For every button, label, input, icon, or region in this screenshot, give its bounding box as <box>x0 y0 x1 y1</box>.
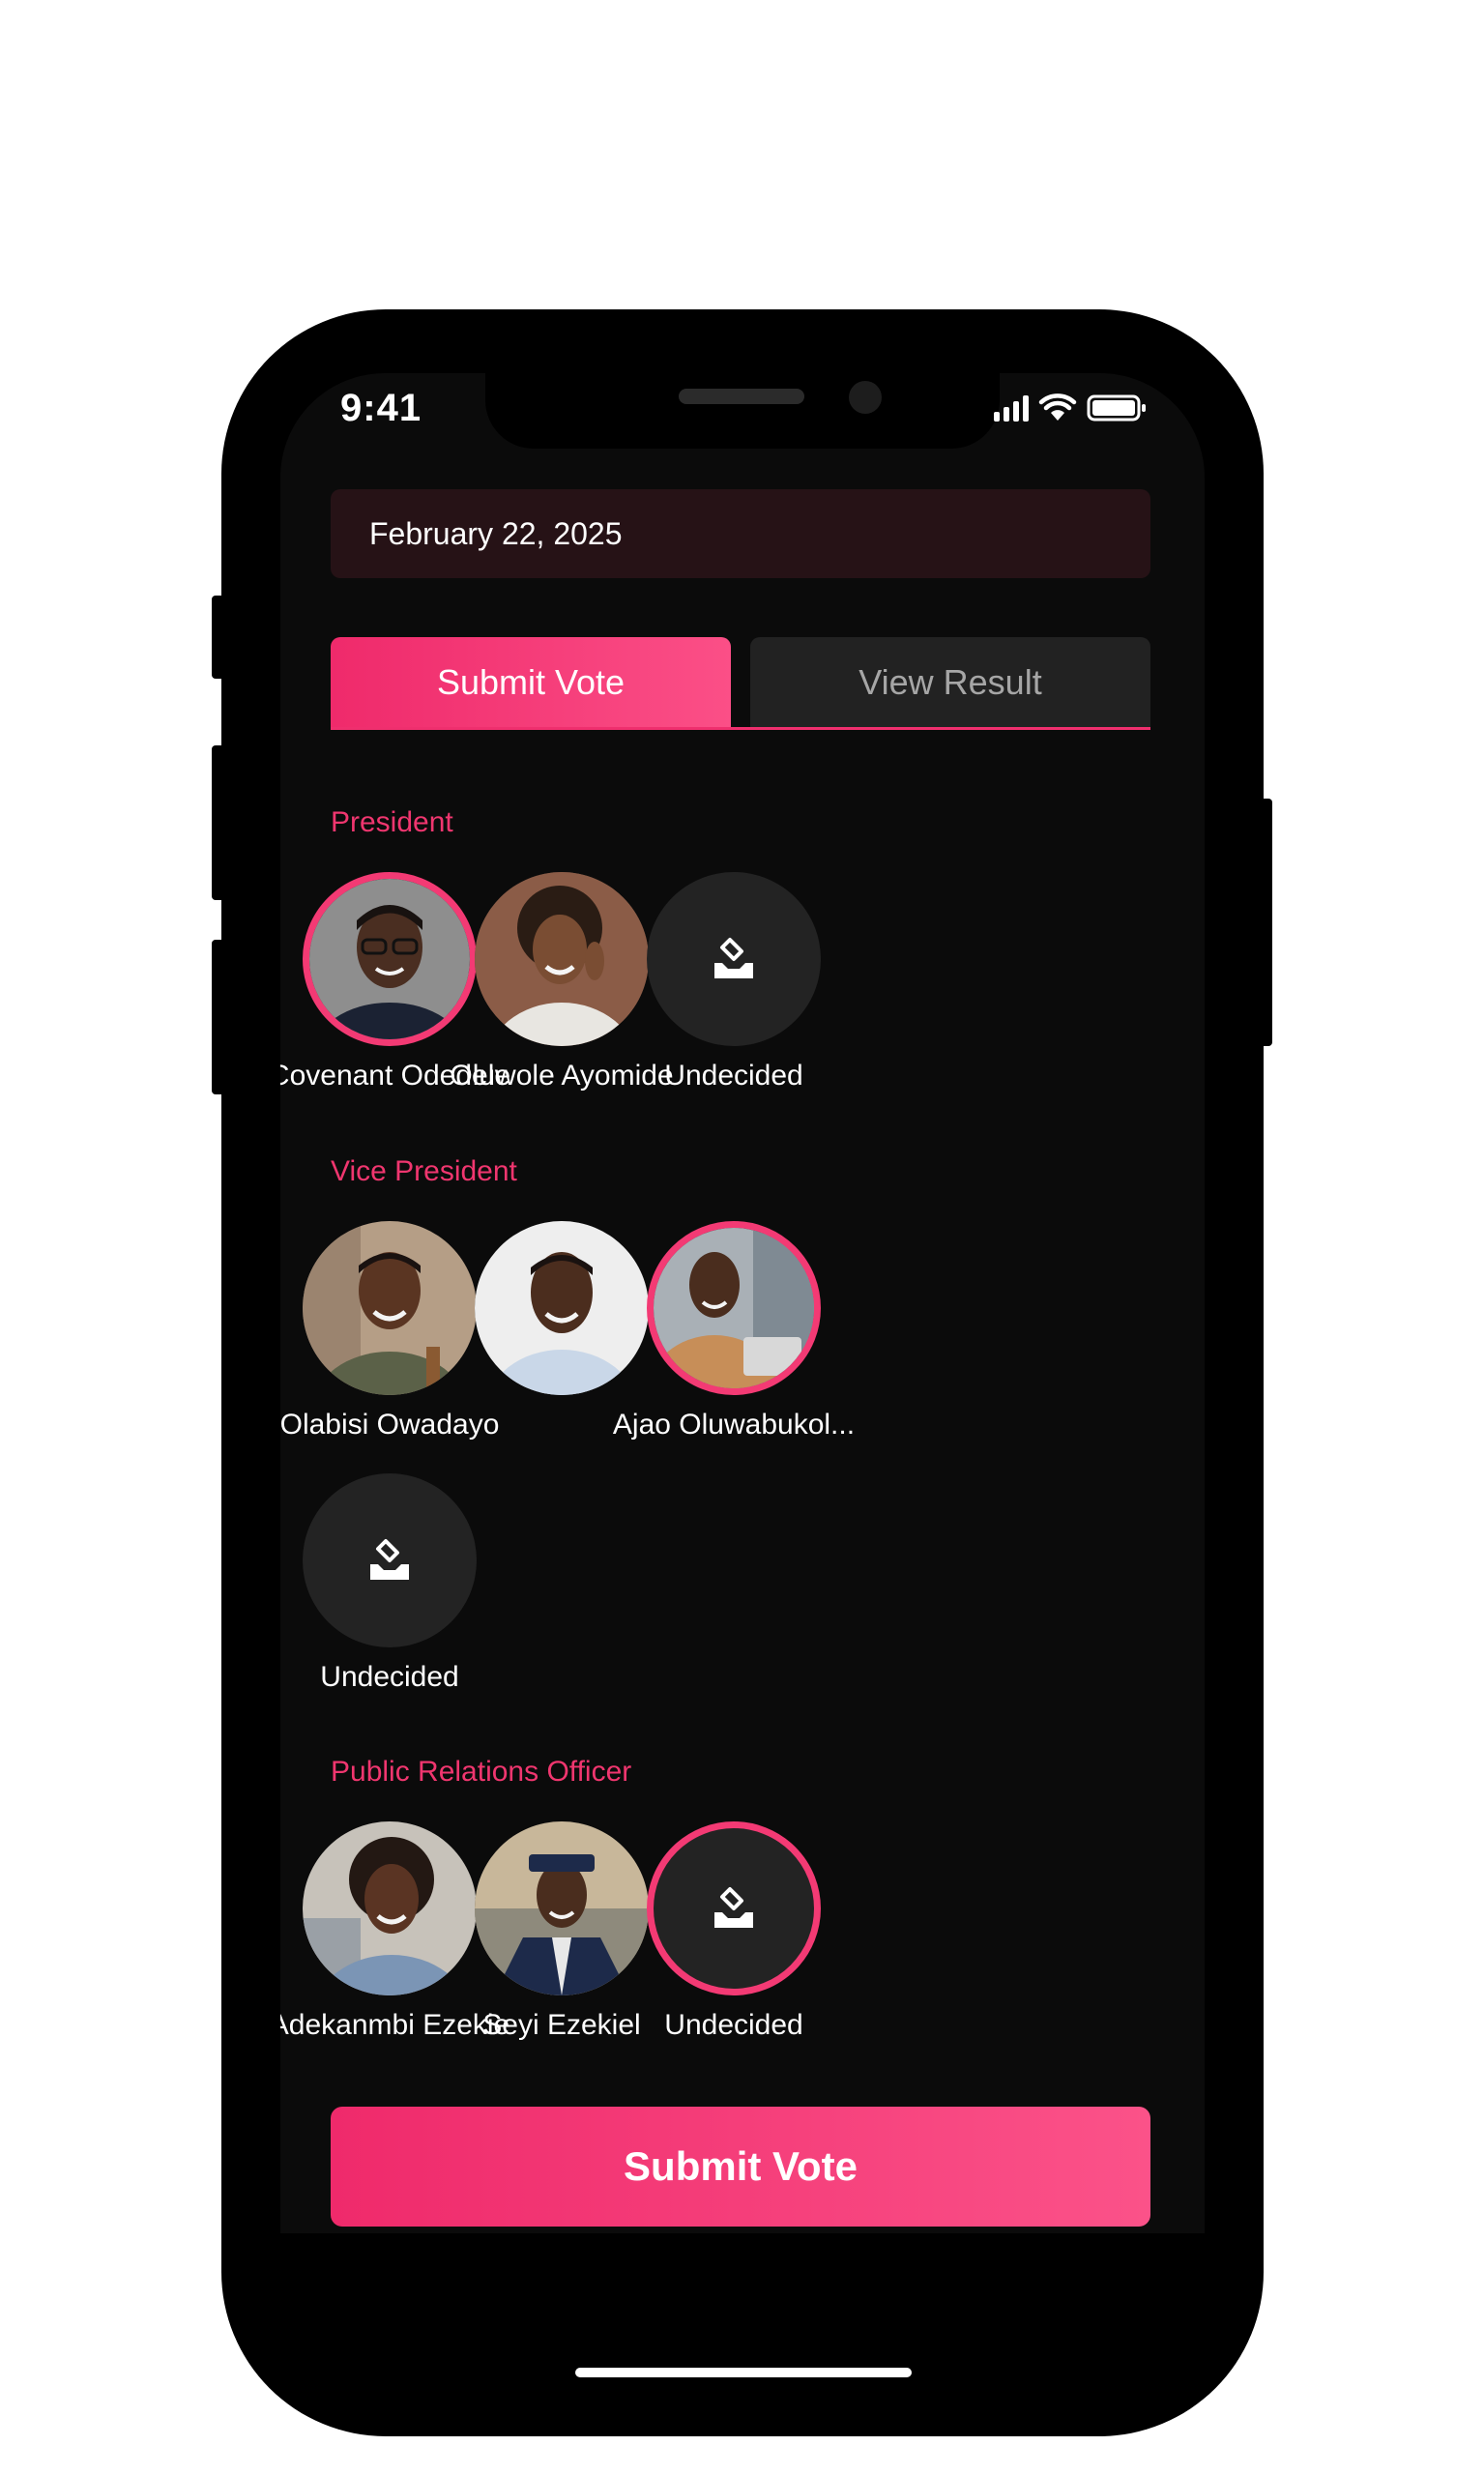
signal-icon <box>994 394 1029 422</box>
vote-tabs: Submit Vote View Result <box>331 637 1150 730</box>
section-title-vice-president: Vice President <box>331 1155 517 1187</box>
candidate-undecided-vice-president[interactable]: Undecided <box>280 1473 530 1694</box>
candidate-name: Olabisi Owadayo <box>280 1409 500 1441</box>
status-icons <box>994 389 1147 427</box>
submit-vote-button[interactable]: Submit Vote <box>331 2107 1150 2227</box>
section-title-pro: Public Relations Officer <box>331 1756 632 1788</box>
section-title-president: President <box>331 806 453 838</box>
candidate-name: Undecided <box>320 1661 459 1693</box>
election-date: February 22, 2025 <box>369 515 623 551</box>
app-screen: 9:41 February 22, 2025 Submit Vote View … <box>280 373 1205 2233</box>
candidate-name: Ajao Oluwabukol... <box>612 1409 856 1441</box>
undecided-avatar <box>647 1821 821 1995</box>
notch <box>485 373 1000 449</box>
speaker <box>679 389 804 404</box>
status-time: 9:41 <box>340 387 422 429</box>
candidate-name: Undecided <box>664 1060 803 1092</box>
candidate-undecided-pro[interactable]: Undecided <box>594 1821 874 2042</box>
tab-submit-vote[interactable]: Submit Vote <box>331 637 731 728</box>
ballot-box-icon <box>714 1887 753 1928</box>
battery-icon <box>1087 393 1147 422</box>
ballot-box-icon <box>370 1539 409 1580</box>
candidate-name: Undecided <box>664 2009 803 2041</box>
ballot-box-icon <box>714 938 753 978</box>
undecided-avatar <box>647 872 821 1046</box>
candidate-ajao-oluwabukola[interactable]: Ajao Oluwabukol... <box>594 1221 874 1441</box>
tab-underline <box>331 727 1150 730</box>
home-indicator <box>575 2368 912 2377</box>
election-date-field[interactable]: February 22, 2025 <box>331 489 1150 578</box>
wifi-icon <box>1038 393 1077 422</box>
front-camera <box>849 381 882 414</box>
tab-view-result[interactable]: View Result <box>750 637 1150 728</box>
undecided-avatar <box>303 1473 477 1647</box>
candidate-avatar <box>647 1221 821 1395</box>
candidate-undecided-president[interactable]: Undecided <box>594 872 874 1092</box>
